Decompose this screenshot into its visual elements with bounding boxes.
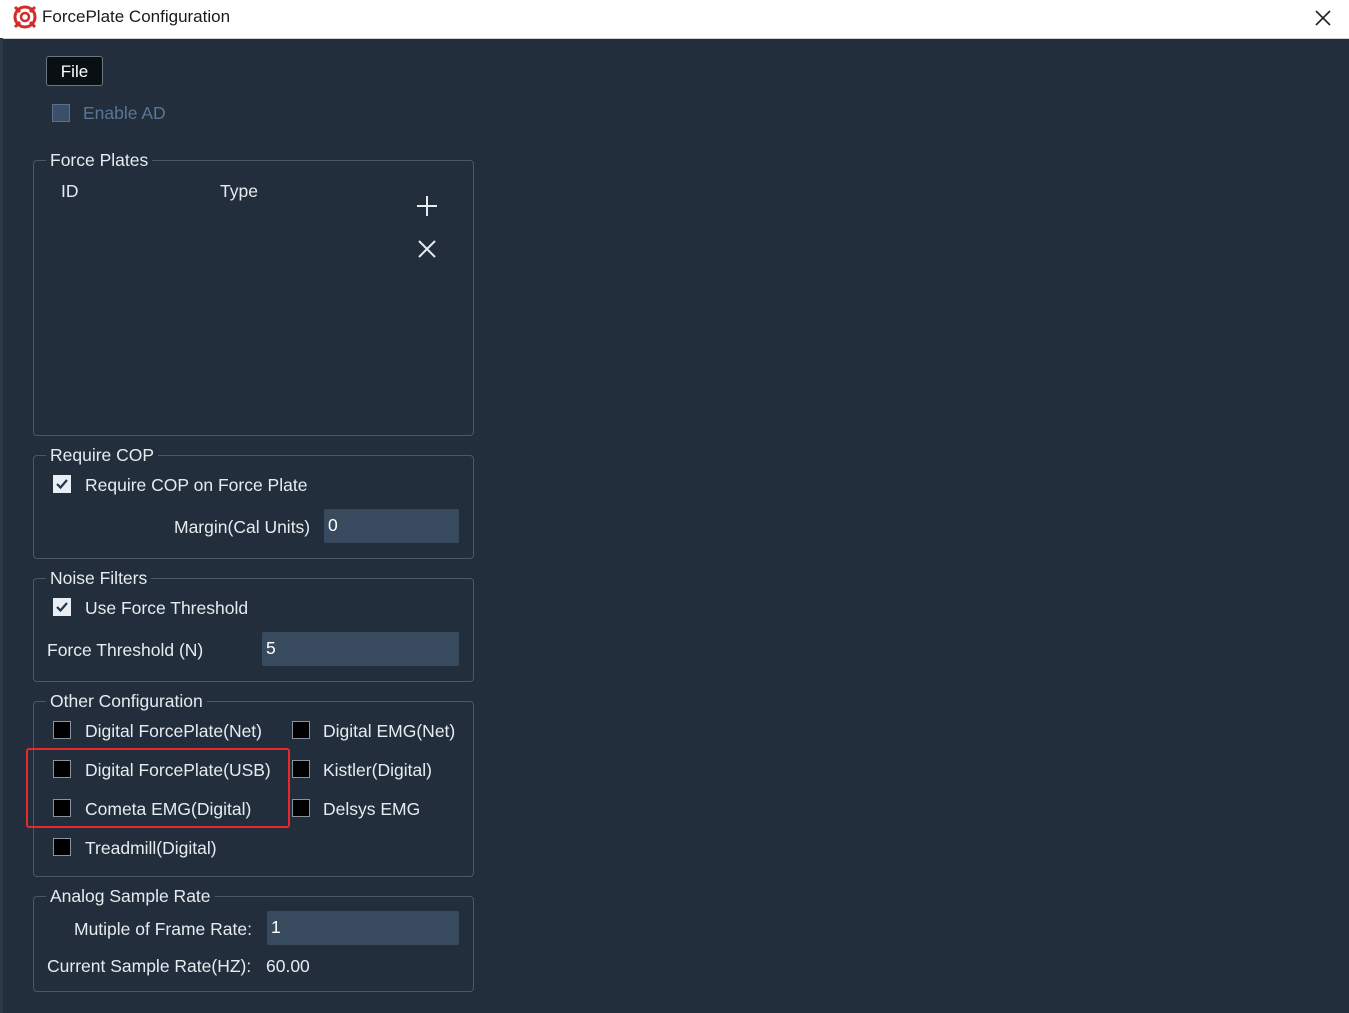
digital-forceplate-net-checkbox[interactable] [53, 721, 71, 739]
kistler-digital-label: Kistler(Digital) [323, 760, 432, 780]
noise-filters-title: Noise Filters [46, 568, 152, 589]
force-plates-title: Force Plates [46, 150, 153, 171]
digital-emg-net-label: Digital EMG(Net) [323, 721, 456, 741]
app-logo-icon [13, 5, 37, 29]
window-title: ForcePlate Configuration [42, 7, 231, 26]
force-threshold-label: Force Threshold (N) [47, 640, 204, 660]
remove-plate-icon[interactable] [413, 235, 441, 263]
close-icon[interactable] [1307, 3, 1339, 33]
title-bar: ForcePlate Configuration [0, 0, 1349, 39]
current-sample-rate-value: 60.00 [266, 956, 310, 976]
require-cop-checkbox[interactable] [53, 475, 71, 493]
other-configuration-title: Other Configuration [46, 691, 207, 712]
force-threshold-input[interactable]: 5 [262, 632, 459, 666]
digital-forceplate-net-label: Digital ForcePlate(Net) [85, 721, 262, 741]
require-cop-label: Require COP on Force Plate [85, 475, 308, 495]
window-edge [0, 38, 3, 1013]
checkmark-icon [56, 602, 68, 613]
highlight-annotation-box [26, 748, 290, 828]
treadmill-digital-label: Treadmill(Digital) [85, 838, 217, 858]
margin-input[interactable]: 0 [324, 509, 459, 543]
kistler-digital-checkbox[interactable] [292, 760, 310, 778]
multiple-frame-rate-label: Mutiple of Frame Rate: [74, 919, 252, 939]
digital-emg-net-checkbox[interactable] [292, 721, 310, 739]
add-plate-icon[interactable] [413, 192, 441, 220]
column-header-type: Type [220, 181, 258, 201]
delsys-emg-label: Delsys EMG [323, 799, 421, 819]
enable-ad-label: Enable AD [83, 103, 166, 123]
checkmark-icon [56, 479, 68, 490]
use-force-threshold-label: Use Force Threshold [85, 598, 249, 618]
require-cop-title: Require COP [46, 445, 159, 466]
multiple-frame-rate-input[interactable]: 1 [267, 911, 459, 945]
delsys-emg-checkbox[interactable] [292, 799, 310, 817]
noise-filters-group: Noise Filters [33, 568, 474, 682]
enable-ad-checkbox[interactable] [52, 104, 70, 122]
use-force-threshold-checkbox[interactable] [53, 598, 71, 616]
column-header-id: ID [61, 181, 79, 201]
file-menu-button[interactable]: File [46, 56, 103, 86]
margin-label: Margin(Cal Units) [174, 517, 311, 537]
analog-sample-rate-title: Analog Sample Rate [46, 886, 215, 907]
treadmill-digital-checkbox[interactable] [53, 838, 71, 856]
require-cop-group: Require COP [33, 445, 474, 559]
current-sample-rate-label: Current Sample Rate(HZ): [47, 956, 252, 976]
